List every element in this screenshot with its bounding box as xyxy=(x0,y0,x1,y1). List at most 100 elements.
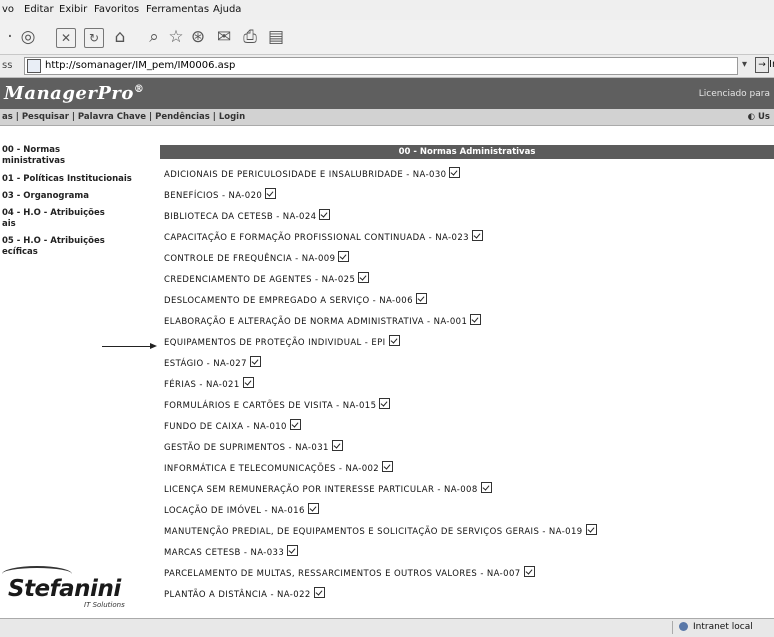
list-item-label[interactable]: CREDENCIAMENTO DE AGENTES - NA-025 xyxy=(164,275,355,285)
document-check-icon[interactable] xyxy=(382,461,394,472)
list-item[interactable]: INFORMÁTICA E TELECOMUNICAÇÕES - NA-002 xyxy=(164,461,394,475)
sidebar-item-organograma[interactable]: 03 - Organograma xyxy=(2,191,148,202)
document-check-icon[interactable] xyxy=(480,482,492,493)
document-check-icon[interactable] xyxy=(307,503,319,514)
go-arrow-icon[interactable]: → xyxy=(755,57,769,73)
document-check-icon[interactable] xyxy=(449,167,461,178)
list-item-label[interactable]: LOCAÇÃO DE IMÓVEL - NA-016 xyxy=(164,506,305,516)
document-check-icon[interactable] xyxy=(287,545,299,556)
security-zone: Intranet local xyxy=(672,621,773,634)
document-check-icon[interactable] xyxy=(358,272,370,283)
list-item-label[interactable]: EQUIPAMENTOS DE PROTEÇÃO INDIVIDUAL - EP… xyxy=(164,338,386,348)
list-item-label[interactable]: CONTROLE DE FREQUÊNCIA - NA-009 xyxy=(164,254,335,264)
list-item-label[interactable]: CAPACITAÇÃO E FORMAÇÃO PROFISSIONAL CONT… xyxy=(164,233,469,243)
list-item-label[interactable]: FUNDO DE CAIXA - NA-010 xyxy=(164,422,287,432)
sidebar-item-atribuicoes-gerais[interactable]: 04 - H.O - Atribuições ais xyxy=(2,208,148,230)
list-item[interactable]: CAPACITAÇÃO E FORMAÇÃO PROFISSIONAL CONT… xyxy=(164,230,483,244)
list-item[interactable]: LOCAÇÃO DE IMÓVEL - NA-016 xyxy=(164,503,319,517)
forward-icon[interactable]: ◎ xyxy=(18,27,38,47)
document-check-icon[interactable] xyxy=(313,587,325,598)
list-item-label[interactable]: INFORMÁTICA E TELECOMUNICAÇÕES - NA-002 xyxy=(164,464,379,474)
list-item[interactable]: FORMULÁRIOS E CARTÕES DE VISITA - NA-015 xyxy=(164,398,391,412)
refresh-icon[interactable]: ↻ xyxy=(84,28,104,48)
list-item[interactable]: BIBLIOTECA DA CETESB - NA-024 xyxy=(164,209,331,223)
list-item[interactable]: CREDENCIAMENTO DE AGENTES - NA-025 xyxy=(164,272,370,286)
document-check-icon[interactable] xyxy=(388,335,400,346)
section-title: 00 - Normas Administrativas xyxy=(160,145,774,159)
list-item[interactable]: PARCELAMENTO DE MULTAS, RESSARCIMENTOS E… xyxy=(164,566,535,580)
document-check-icon[interactable] xyxy=(470,314,482,325)
managerpro-logo: ManagerPro® xyxy=(4,83,144,104)
print-icon[interactable]: ⎙ xyxy=(240,27,260,47)
list-item-label[interactable]: MARCAS CETESB - NA-033 xyxy=(164,548,284,558)
list-item-label[interactable]: PLANTÃO A DISTÂNCIA - NA-022 xyxy=(164,590,311,600)
home-icon[interactable]: ⌂ xyxy=(110,27,130,47)
sidebar-item-politicas-institucionais[interactable]: 01 - Políticas Institucionais xyxy=(2,174,148,185)
document-check-icon[interactable] xyxy=(415,293,427,304)
document-check-icon[interactable] xyxy=(338,251,350,262)
document-check-icon[interactable] xyxy=(289,419,301,430)
app-header: ManagerPro® Licenciado para xyxy=(0,78,774,109)
list-item-label[interactable]: LICENÇA SEM REMUNERAÇÃO POR INTERESSE PA… xyxy=(164,485,478,495)
document-check-icon[interactable] xyxy=(523,566,535,577)
list-item[interactable]: FÉRIAS - NA-021 xyxy=(164,377,254,391)
list-item[interactable]: ADICIONAIS DE PERICULOSIDADE E INSALUBRI… xyxy=(164,167,461,181)
stop-icon[interactable]: ✕ xyxy=(56,28,76,48)
list-item[interactable]: BENEFÍCIOS - NA-020 xyxy=(164,188,277,202)
annotation-arrow-head xyxy=(150,343,157,349)
list-item-label[interactable]: PARCELAMENTO DE MULTAS, RESSARCIMENTOS E… xyxy=(164,569,521,579)
menu-ajuda[interactable]: Ajuda xyxy=(213,4,241,15)
document-check-icon[interactable] xyxy=(265,188,277,199)
list-item[interactable]: ELABORAÇÃO E ALTERAÇÃO DE NORMA ADMINIST… xyxy=(164,314,482,328)
list-item[interactable]: ESTÁGIO - NA-027 xyxy=(164,356,261,370)
document-check-icon[interactable] xyxy=(471,230,483,241)
annotation-arrow xyxy=(102,346,152,347)
licensed-to: Licenciado para xyxy=(698,89,770,99)
address-dropdown-icon[interactable]: ▾ xyxy=(742,59,747,70)
menu-favoritos[interactable]: Favoritos xyxy=(94,4,139,15)
document-check-icon[interactable] xyxy=(379,398,391,409)
document-check-icon[interactable] xyxy=(331,440,343,451)
list-item-label[interactable]: ADICIONAIS DE PERICULOSIDADE E INSALUBRI… xyxy=(164,170,446,180)
list-item-label[interactable]: FORMULÁRIOS E CARTÕES DE VISITA - NA-015 xyxy=(164,401,376,411)
document-check-icon[interactable] xyxy=(319,209,331,220)
list-item[interactable]: EQUIPAMENTOS DE PROTEÇÃO INDIVIDUAL - EP… xyxy=(164,335,400,349)
list-item-label[interactable]: MANUTENÇÃO PREDIAL, DE EQUIPAMENTOS E SO… xyxy=(164,527,583,537)
edit-page-icon[interactable]: ▤ xyxy=(266,27,286,47)
list-item[interactable]: MANUTENÇÃO PREDIAL, DE EQUIPAMENTOS E SO… xyxy=(164,524,597,538)
list-item-label[interactable]: BIBLIOTECA DA CETESB - NA-024 xyxy=(164,212,316,222)
menu-arquivo[interactable]: vo xyxy=(2,4,14,15)
list-item-label[interactable]: FÉRIAS - NA-021 xyxy=(164,380,240,390)
favorites-star-icon[interactable]: ☆ xyxy=(166,27,186,47)
back-dropdown-icon[interactable]: · xyxy=(0,27,20,47)
list-item[interactable]: GESTÃO DE SUPRIMENTOS - NA-031 xyxy=(164,440,343,454)
list-item[interactable]: DESLOCAMENTO DE EMPREGADO A SERVIÇO - NA… xyxy=(164,293,427,307)
address-input[interactable]: http://somanager/IM_pem/IM0006.asp xyxy=(24,57,738,75)
list-item[interactable]: PLANTÃO A DISTÂNCIA - NA-022 xyxy=(164,587,325,601)
list-item-label[interactable]: ELABORAÇÃO E ALTERAÇÃO DE NORMA ADMINIST… xyxy=(164,317,467,327)
user-link[interactable]: ◐ Us xyxy=(748,112,770,122)
list-item-label[interactable]: ESTÁGIO - NA-027 xyxy=(164,359,247,369)
document-check-icon[interactable] xyxy=(242,377,254,388)
list-item-label[interactable]: GESTÃO DE SUPRIMENTOS - NA-031 xyxy=(164,443,329,453)
document-check-icon[interactable] xyxy=(249,356,261,367)
menu-editar[interactable]: Editar xyxy=(24,4,54,15)
list-item-label[interactable]: BENEFÍCIOS - NA-020 xyxy=(164,191,262,201)
list-item[interactable]: MARCAS CETESB - NA-033 xyxy=(164,545,299,559)
user-icon: ◐ xyxy=(747,112,756,122)
document-check-icon[interactable] xyxy=(585,524,597,535)
mail-icon[interactable]: ✉ xyxy=(214,27,234,47)
nav-links[interactable]: as | Pesquisar | Palavra Chave | Pendênc… xyxy=(2,112,245,122)
menu-ferramentas[interactable]: Ferramentas xyxy=(146,4,209,15)
list-item-label[interactable]: DESLOCAMENTO DE EMPREGADO A SERVIÇO - NA… xyxy=(164,296,413,306)
sidebar-item-atribuicoes-especificas[interactable]: 05 - H.O - Atribuições ecíficas xyxy=(2,236,148,258)
list-item[interactable]: LICENÇA SEM REMUNERAÇÃO POR INTERESSE PA… xyxy=(164,482,492,496)
go-button-label[interactable]: Ir xyxy=(769,59,774,70)
sidebar-item-normas-administrativas[interactable]: 00 - Normas ministrativas xyxy=(2,145,148,167)
list-item[interactable]: FUNDO DE CAIXA - NA-010 xyxy=(164,419,301,433)
menu-exibir[interactable]: Exibir xyxy=(59,4,87,15)
list-item[interactable]: CONTROLE DE FREQUÊNCIA - NA-009 xyxy=(164,251,350,265)
logo-mark: ® xyxy=(133,84,145,95)
history-icon[interactable]: ⊛ xyxy=(188,27,208,47)
search-icon[interactable]: ⌕ xyxy=(144,27,164,47)
